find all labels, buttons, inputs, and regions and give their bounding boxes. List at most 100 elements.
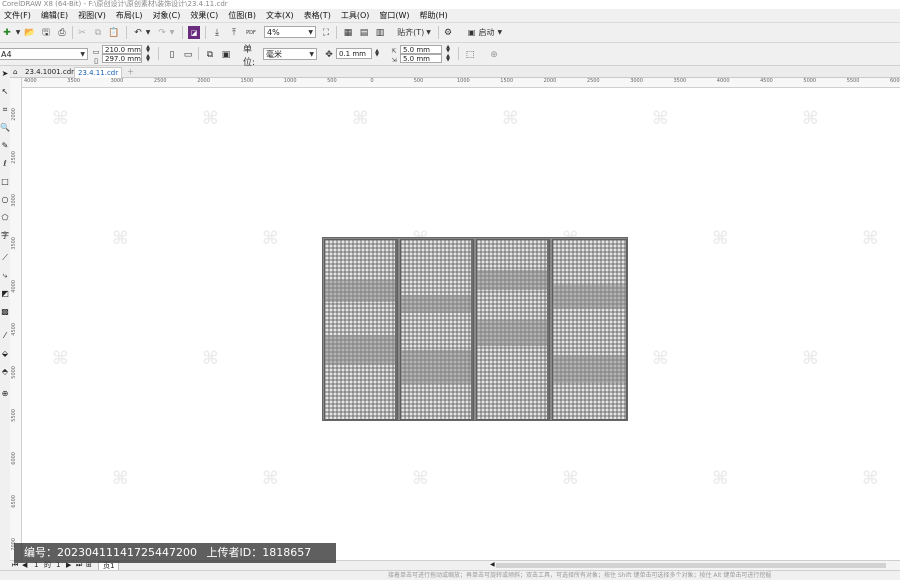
color-eyedropper-tool-icon[interactable]: ⁄ [0,330,10,342]
units-select[interactable]: 毫米 ▼ [263,48,317,60]
menu-edit[interactable]: 编辑(E) [37,10,74,21]
zoom-tool-icon[interactable]: 🔍 [0,122,10,134]
ruler-tick-label: 5000 [11,366,17,379]
interactive-fill-tool-icon[interactable]: ⬙ [0,348,10,360]
tab-23-4-1001[interactable]: 23.4.1001.cdr [22,67,77,77]
menu-layout[interactable]: 布局(L) [112,10,149,21]
tab-23-4-11[interactable]: 23.4.11.cdr [74,67,123,78]
nudge-distance-field[interactable]: 0.1 mm [336,48,372,59]
undo-icon[interactable]: ↶ [132,26,144,39]
perforated-panel-1[interactable] [324,239,398,420]
landscape-icon[interactable]: ▭ [182,48,194,61]
perforated-panel-3[interactable] [476,239,550,420]
undo-dropdown-chevron-icon[interactable]: ▼ [145,26,151,39]
horizontal-scrollbar[interactable]: ◀ [490,560,900,570]
artistic-media-tool-icon[interactable]: ℓ [0,158,10,170]
print-icon[interactable]: ⎙ [56,26,68,39]
export-icon[interactable]: ⤒ [228,26,240,39]
full-screen-icon[interactable]: ⛶ [320,26,332,39]
menu-file[interactable]: 文件(F) [0,10,37,21]
smart-fill-tool-icon[interactable]: ⬘ [0,366,10,378]
units-chevron-down-icon: ▼ [309,51,314,58]
application-launcher[interactable]: ▣ 启动 ▼ [463,26,507,39]
ruler-tick-label: 3500 [11,237,17,250]
redo-icon[interactable]: ↷ [156,26,168,39]
new-dropdown-chevron-icon[interactable]: ▼ [14,26,22,39]
new-tab-plus-icon[interactable]: ＋ [124,67,137,77]
add-preset-icon[interactable]: ⊕ [488,48,500,61]
current-page-icon[interactable]: ▣ [220,48,232,61]
watermark-logo-icon: ⌘ [112,228,129,249]
vertical-ruler[interactable]: 2000 2500 3000 3500 4000 4500 5000 5500 6000 6500… [10,78,22,562]
menu-help[interactable]: 帮助(H) [416,10,454,21]
document-tab-bar: ⌂ 23.4.1001.cdr 23.4.11.cdr ＋ [10,66,900,78]
zoom-chevron-down-icon: ▼ [308,29,313,36]
rectangle-tool-icon[interactable]: □ [0,176,10,188]
home-tab-icon[interactable]: ⌂ [10,67,20,77]
menu-view[interactable]: 视图(V) [74,10,112,21]
drawing-canvas[interactable]: ⌘⌘⌘⌘⌘⌘⌘⌘⌘⌘⌘⌘⌘⌘⌘⌘⌘⌘⌘⌘⌘⌘⌘⌘ [22,88,900,560]
show-guidelines-icon[interactable]: ▥ [374,26,386,39]
watermark-logo-icon: ⌘ [802,348,819,369]
drop-shadow-tool-icon[interactable]: ◩ [0,288,10,300]
ruler-tick-label: 0 [370,78,374,84]
ruler-tick-label: 1000 [457,78,470,84]
horizontal-ruler[interactable]: 4000 3500 3000 2500 2000 1500 1000 500 0 500 1000 1… [22,78,900,88]
treat-as-filled-icon[interactable]: ⬚ [464,48,476,61]
page-width-field[interactable]: 210.0 mm [102,45,142,54]
freehand-tool-icon[interactable]: ✎ [0,140,10,152]
menu-effects[interactable]: 效果(C) [186,10,224,21]
shape-tool-icon[interactable]: ↖ [0,86,10,98]
all-pages-icon[interactable]: ⧉ [204,48,216,61]
menu-object[interactable]: 对象(C) [149,10,187,21]
polygon-tool-icon[interactable]: ⬠ [0,212,10,224]
menu-tools[interactable]: 工具(O) [337,10,376,21]
paste-icon[interactable]: 📋 [108,26,120,39]
pick-tool-icon[interactable]: ➤ [0,68,10,80]
open-icon[interactable]: 📂 [24,26,36,39]
watermark-logo-icon: ⌘ [712,228,729,249]
zoom-level-select[interactable]: 4% ▼ [264,26,316,38]
add-tool-icon[interactable]: ⊕ [0,388,10,400]
duplicate-distance-x-field[interactable]: 5.0 mm [400,45,442,54]
snap-to-dropdown[interactable]: 贴齐(T) ▼ [396,26,432,39]
options-gear-icon[interactable]: ⚙ [442,26,454,39]
page-height-field[interactable]: 297.0 mm [102,54,142,63]
transparency-tool-icon[interactable]: ▩ [0,306,10,318]
publish-pdf-icon[interactable]: PDF [244,26,258,39]
text-tool-icon[interactable]: 字 [0,230,10,242]
menu-window[interactable]: 窗口(W) [375,10,415,21]
page-size-select[interactable]: A4 ▼ [0,48,88,60]
scroll-left-icon[interactable]: ◀ [490,561,495,568]
copy-icon[interactable]: ⧉ [92,26,104,39]
ruler-tick-label: 2000 [197,78,210,84]
portrait-icon[interactable]: ▯ [166,48,178,61]
new-document-icon[interactable]: ✚ [2,26,12,39]
page-height-stepper[interactable]: ▲ ▼ [144,54,152,63]
crop-tool-icon[interactable]: ⌗ [0,104,10,116]
redo-dropdown-chevron-icon[interactable]: ▼ [169,26,175,39]
nudge-stepper[interactable]: ▲ ▼ [373,49,381,58]
menu-table[interactable]: 表格(T) [300,10,337,21]
perforated-panel-2[interactable] [400,239,474,420]
show-rulers-icon[interactable]: ▦ [342,26,354,39]
menu-text[interactable]: 文本(X) [262,10,300,21]
ellipse-tool-icon[interactable]: ○ [0,194,10,206]
duplicate-distance-y-field[interactable]: 5.0 mm [400,54,442,63]
snap-chevron-down-icon: ▼ [426,29,431,36]
import-icon[interactable]: ⤓ [211,26,223,39]
save-icon[interactable]: 🖫 [40,26,52,39]
search-content-icon[interactable]: ◪ [188,26,200,39]
ruler-tick-label: 3000 [110,78,124,84]
show-grid-icon[interactable]: ▤ [358,26,370,39]
watermark-logo-icon: ⌘ [202,348,219,369]
cut-icon[interactable]: ✂ [76,26,88,39]
units-value: 毫米 [266,50,282,59]
perforated-panel-artwork[interactable] [322,237,628,421]
menu-bitmaps[interactable]: 位图(B) [224,10,262,21]
duplicate-y-stepper[interactable]: ▲ ▼ [444,54,452,63]
connector-tool-icon[interactable]: ⤷ [0,270,10,282]
parallel-dimension-tool-icon[interactable]: ⟋ [0,252,10,264]
scrollbar-thumb[interactable] [496,563,886,568]
perforated-panel-4[interactable] [552,239,627,420]
